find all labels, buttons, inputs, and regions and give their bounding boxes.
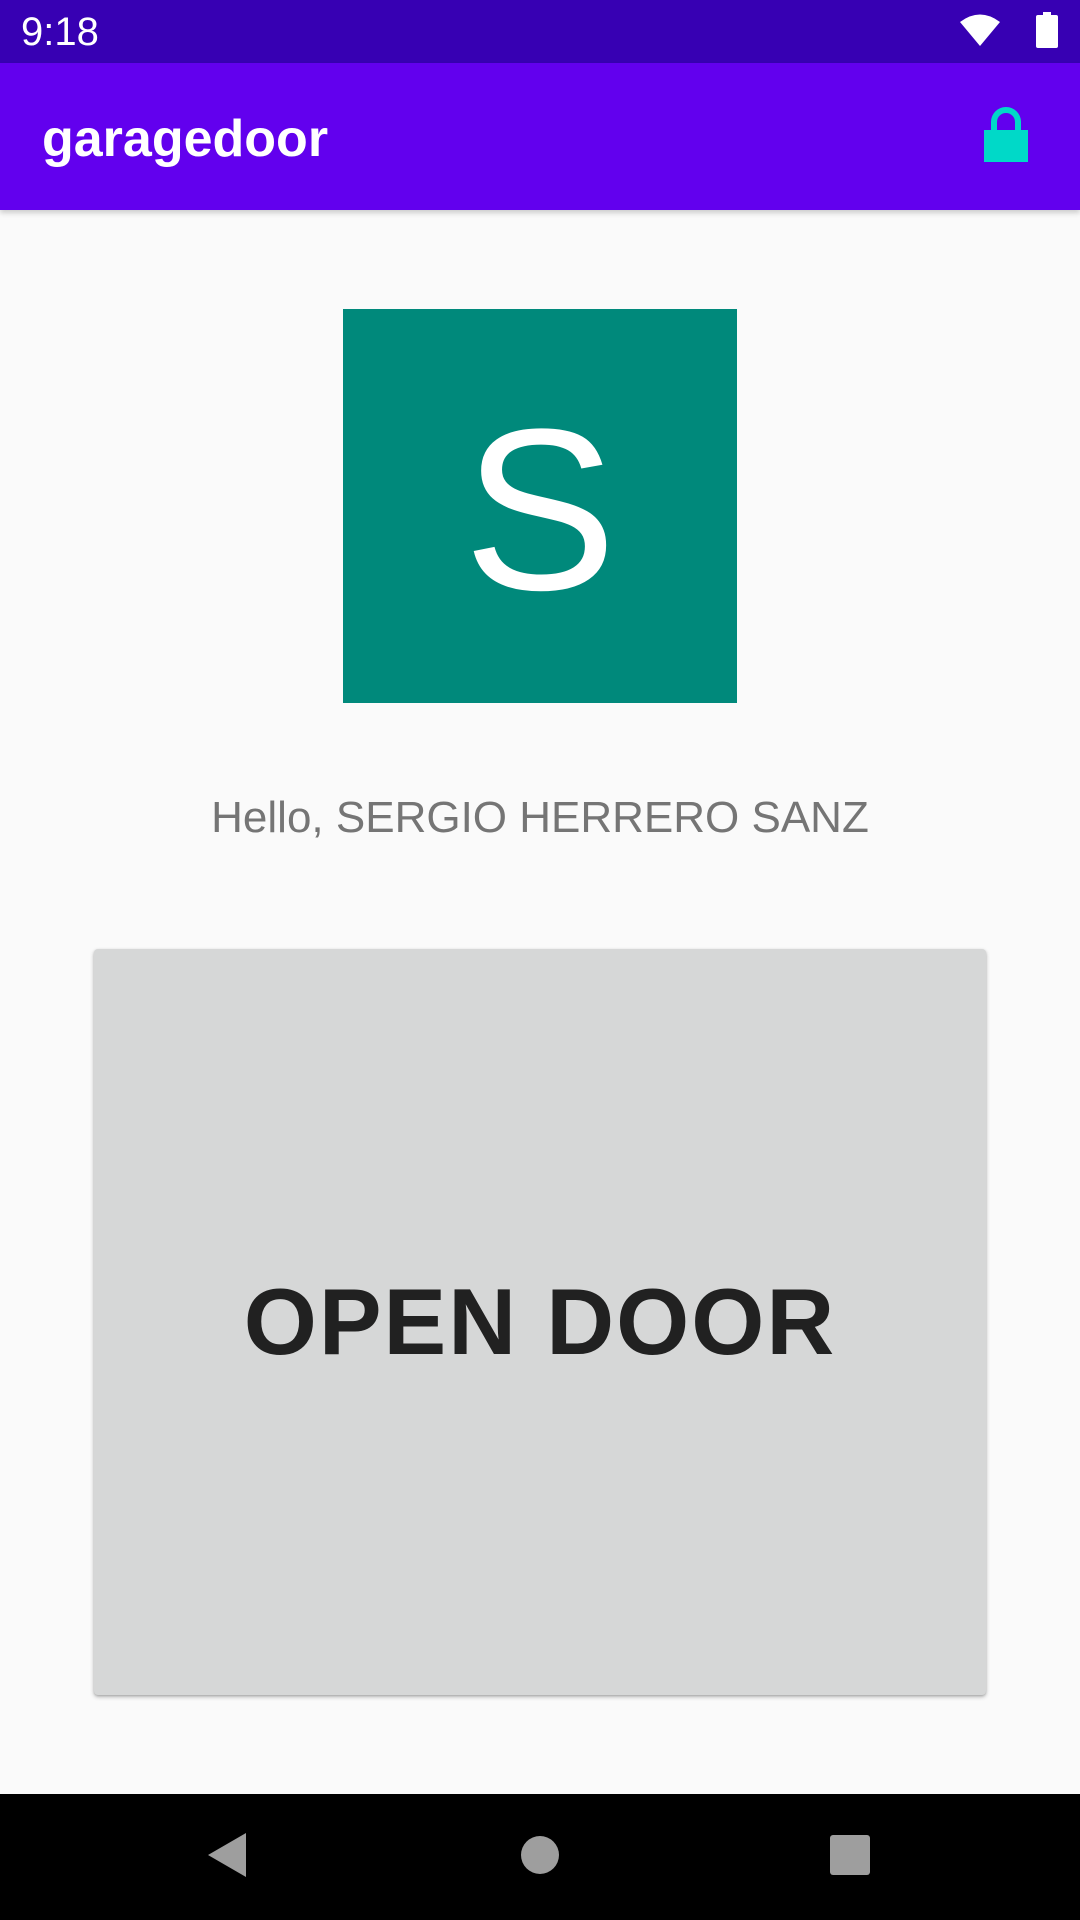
home-icon bbox=[520, 1835, 560, 1880]
status-icons bbox=[960, 11, 1058, 53]
app-title: garagedoor bbox=[42, 110, 329, 168]
avatar-letter: S bbox=[463, 381, 617, 638]
status-time: 9:18 bbox=[21, 10, 99, 54]
back-button[interactable] bbox=[196, 1827, 256, 1887]
recents-button[interactable] bbox=[820, 1827, 880, 1887]
wifi-icon bbox=[960, 13, 1000, 52]
back-icon bbox=[204, 1831, 248, 1884]
app-bar: garagedoor bbox=[0, 63, 1080, 210]
status-bar: 9:18 bbox=[0, 0, 1080, 63]
greeting-text: Hello, SERGIO HERRERO SANZ bbox=[211, 793, 869, 842]
home-button[interactable] bbox=[510, 1827, 570, 1887]
lock-icon bbox=[982, 106, 1030, 168]
open-door-label: OPEN DOOR bbox=[243, 1269, 837, 1374]
navigation-bar bbox=[0, 1794, 1080, 1920]
battery-icon bbox=[1036, 11, 1058, 53]
open-door-button[interactable]: OPEN DOOR bbox=[94, 949, 986, 1695]
avatar: S bbox=[343, 309, 737, 703]
app-screen: 9:18 garagedoor S Hello, SERGIO HERRERO … bbox=[0, 0, 1080, 1920]
lock-button[interactable] bbox=[968, 99, 1044, 175]
recents-icon bbox=[830, 1834, 870, 1880]
